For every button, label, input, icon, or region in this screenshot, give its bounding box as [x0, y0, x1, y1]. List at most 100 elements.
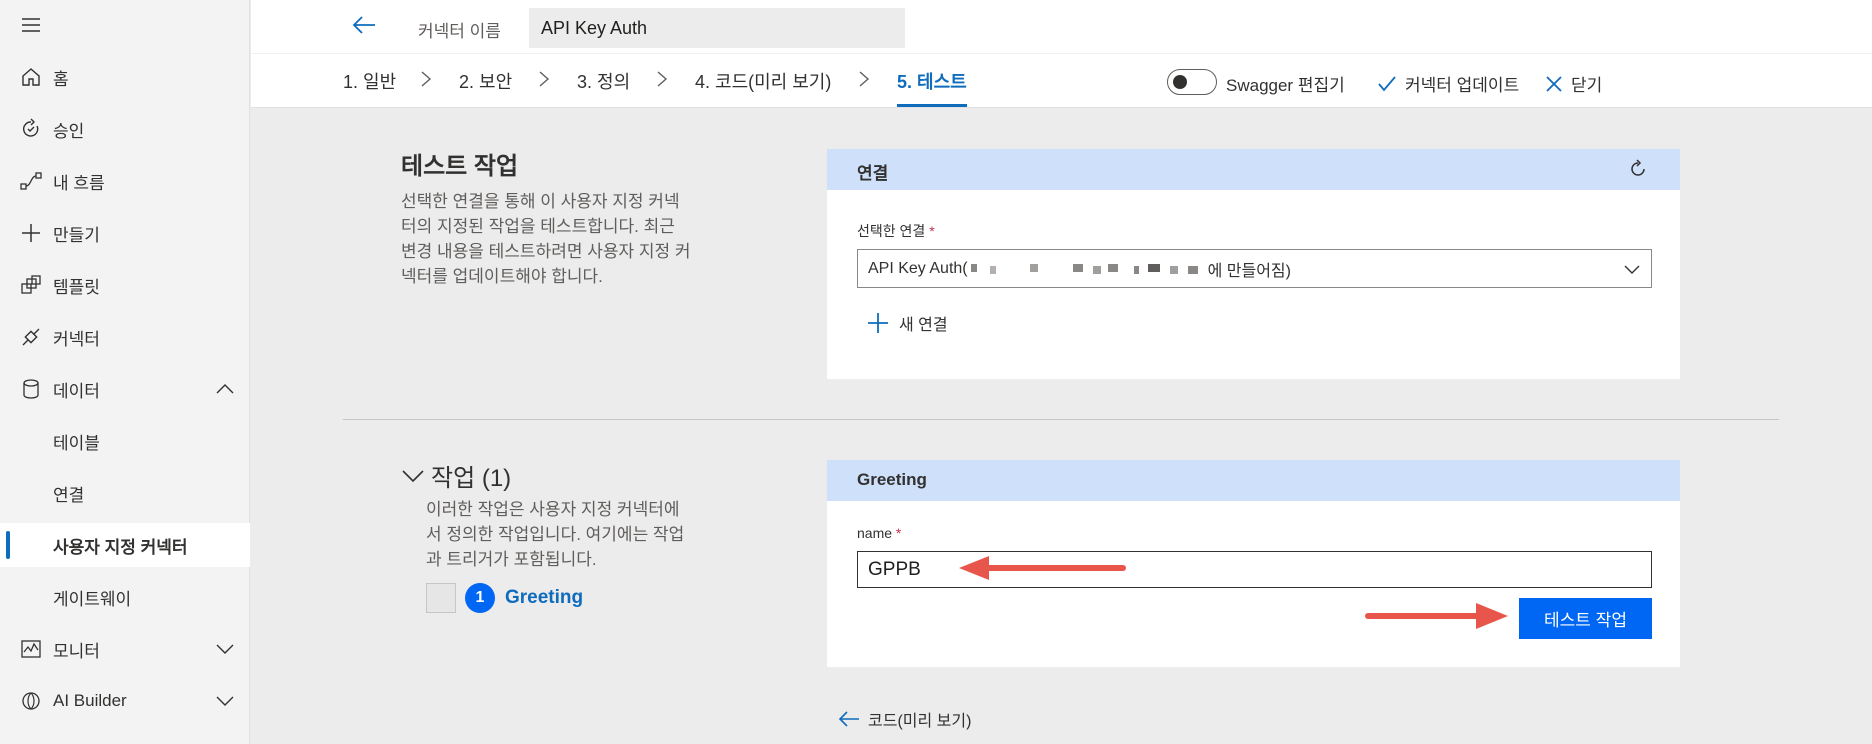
back-arrow-icon[interactable] — [351, 14, 377, 36]
description-line: 선택한 연결을 통해 이 사용자 지정 커넥 — [401, 192, 680, 211]
step-security[interactable]: 2. 보안 — [459, 68, 512, 94]
chevron-down-icon[interactable] — [214, 690, 236, 712]
nav-item-create[interactable]: 만들기 — [0, 211, 250, 255]
editor-header: 커넥터 이름 1. 일반 2. 보안 3. 정의 4. 코드(미리 보기) 5.… — [251, 0, 1872, 108]
chevron-right-icon — [539, 71, 550, 87]
nav-label: 테이블 — [53, 433, 100, 453]
operation-number-badge: 1 — [465, 583, 495, 613]
nav-label: 게이트웨이 — [53, 589, 132, 609]
swagger-editor-label[interactable]: Swagger 편집기 — [1226, 71, 1345, 96]
flows-icon — [20, 172, 42, 190]
test-operation-button[interactable]: 테스트 작업 — [1519, 598, 1652, 639]
name-field-label: name * — [857, 525, 901, 541]
operation-checkbox[interactable] — [426, 583, 456, 613]
nav-label: 홈 — [53, 69, 69, 89]
new-connection-label: 새 연결 — [899, 317, 948, 334]
header-separator — [251, 53, 1872, 54]
close-label: 닫기 — [1571, 76, 1603, 95]
connection-suffix: 에 만들어짐) — [1207, 262, 1291, 280]
annotation-arrow-right — [1365, 603, 1508, 629]
nav-label: 승인 — [53, 121, 85, 141]
operations-title: 작업 (1) — [431, 465, 512, 492]
connector-name-input[interactable] — [529, 8, 905, 48]
close-button[interactable]: 닫기 — [1545, 71, 1602, 96]
annotation-arrow-left — [959, 556, 1126, 580]
step-definition[interactable]: 3. 정의 — [577, 68, 630, 94]
plus-icon — [22, 224, 40, 242]
nav-item-ai-builder[interactable]: AI Builder — [0, 679, 250, 723]
toggle-knob — [1173, 75, 1187, 89]
selected-connection-label-text: 선택한 연결 — [857, 223, 926, 239]
nav-item-connectors[interactable]: 커넥터 — [0, 315, 250, 359]
new-connection-button[interactable]: 새 연결 — [867, 311, 948, 335]
nav-label: 템플릿 — [53, 277, 100, 297]
step-code-preview[interactable]: 4. 코드(미리 보기) — [695, 68, 831, 94]
templates-icon — [21, 275, 41, 294]
connection-card-header: 연결 — [827, 149, 1680, 190]
description-line: 터의 지정된 작업을 테스트합니다. 최근 — [401, 217, 675, 236]
plus-icon — [868, 313, 888, 333]
chevron-down-icon — [1624, 265, 1640, 274]
description-line: 이러한 작업은 사용자 지정 커넥터에 — [426, 500, 680, 519]
nav-item-home[interactable]: 홈 — [0, 55, 250, 99]
chevron-right-icon — [657, 71, 668, 87]
nav-label: 커넥터 — [53, 329, 100, 349]
connection-card: 연결 선택한 연결 * API Key Auth( 에 만들어짐) 새 연결 — [827, 149, 1680, 379]
monitor-icon — [21, 640, 41, 658]
name-field-label-text: name — [857, 525, 893, 541]
hamburger-menu-icon[interactable] — [20, 14, 42, 36]
nav-item-monitor[interactable]: 모니터 — [0, 627, 250, 671]
connection-card-title: 연결 — [857, 164, 889, 183]
approvals-icon — [23, 118, 39, 137]
nav-label: 만들기 — [53, 225, 100, 245]
left-navigation: 홈 승인 내 흐름 만들기 템플릿 커넥터 데이터 테이블 연결 사용자 지정 … — [0, 0, 250, 744]
operation-item-greeting[interactable]: 1 Greeting — [465, 583, 583, 613]
swagger-editor-toggle[interactable] — [1167, 69, 1217, 95]
back-to-code-label: 코드(미리 보기) — [868, 713, 972, 730]
nav-label: 연결 — [53, 485, 85, 505]
nav-item-approvals[interactable]: 승인 — [0, 107, 250, 151]
operations-description: 이러한 작업은 사용자 지정 커넥터에 서 정의한 작업입니다. 여기에는 작업… — [426, 497, 716, 572]
nav-item-templates[interactable]: 템플릿 — [0, 263, 250, 307]
nav-item-gateways[interactable]: 게이트웨이 — [0, 575, 250, 619]
close-icon — [1546, 75, 1562, 92]
checkmark-icon — [1378, 75, 1396, 91]
description-line: 변경 내용을 테스트하려면 사용자 지정 커 — [401, 242, 691, 261]
chevron-down-icon — [402, 469, 424, 482]
nav-label: 모니터 — [53, 641, 100, 661]
operation-name: Greeting — [505, 587, 584, 608]
nav-item-tables[interactable]: 테이블 — [0, 419, 250, 463]
refresh-icon[interactable] — [1628, 159, 1648, 179]
chevron-right-icon — [421, 71, 432, 87]
nav-item-connections[interactable]: 연결 — [0, 471, 250, 515]
update-connector-label: 커넥터 업데이트 — [1405, 76, 1520, 95]
required-asterisk: * — [895, 525, 902, 541]
step-test[interactable]: 5. 테스트 — [897, 68, 967, 94]
nav-item-custom-connectors[interactable]: 사용자 지정 커넥터 — [0, 523, 250, 567]
operations-header[interactable]: 작업 (1) — [401, 458, 511, 493]
description-line: 과 트리거가 포함됩니다. — [426, 550, 597, 569]
selected-connection-dropdown[interactable]: API Key Auth( 에 만들어짐) — [857, 249, 1652, 288]
chevron-down-icon[interactable] — [214, 638, 236, 660]
back-arrow-icon — [838, 711, 859, 727]
nav-label: AI Builder — [53, 691, 127, 710]
connector-name-label: 커넥터 이름 — [418, 22, 501, 41]
nav-item-my-flows[interactable]: 내 흐름 — [0, 159, 250, 203]
nav-label: 내 흐름 — [53, 173, 105, 193]
nav-item-data[interactable]: 데이터 — [0, 367, 250, 411]
connector-icon — [22, 328, 40, 346]
update-connector-button[interactable]: 커넥터 업데이트 — [1377, 71, 1519, 96]
database-icon — [23, 379, 39, 399]
nav-label: 사용자 지정 커넥터 — [53, 537, 188, 557]
back-to-code-button[interactable]: 코드(미리 보기) — [838, 707, 971, 731]
section-divider — [343, 419, 1779, 420]
chevron-right-icon — [859, 71, 870, 87]
greeting-card-title: Greeting — [857, 470, 927, 489]
step-general[interactable]: 1. 일반 — [343, 68, 396, 94]
chevron-up-icon[interactable] — [214, 378, 236, 400]
description-line: 넥터를 업데이트해야 합니다. — [401, 267, 603, 286]
test-operation-description: 선택한 연결을 통해 이 사용자 지정 커넥 터의 지정된 작업을 테스트합니다… — [401, 189, 711, 289]
ai-builder-icon — [22, 692, 40, 710]
greeting-card-header: Greeting — [827, 460, 1680, 501]
nav-label: 데이터 — [53, 381, 100, 401]
